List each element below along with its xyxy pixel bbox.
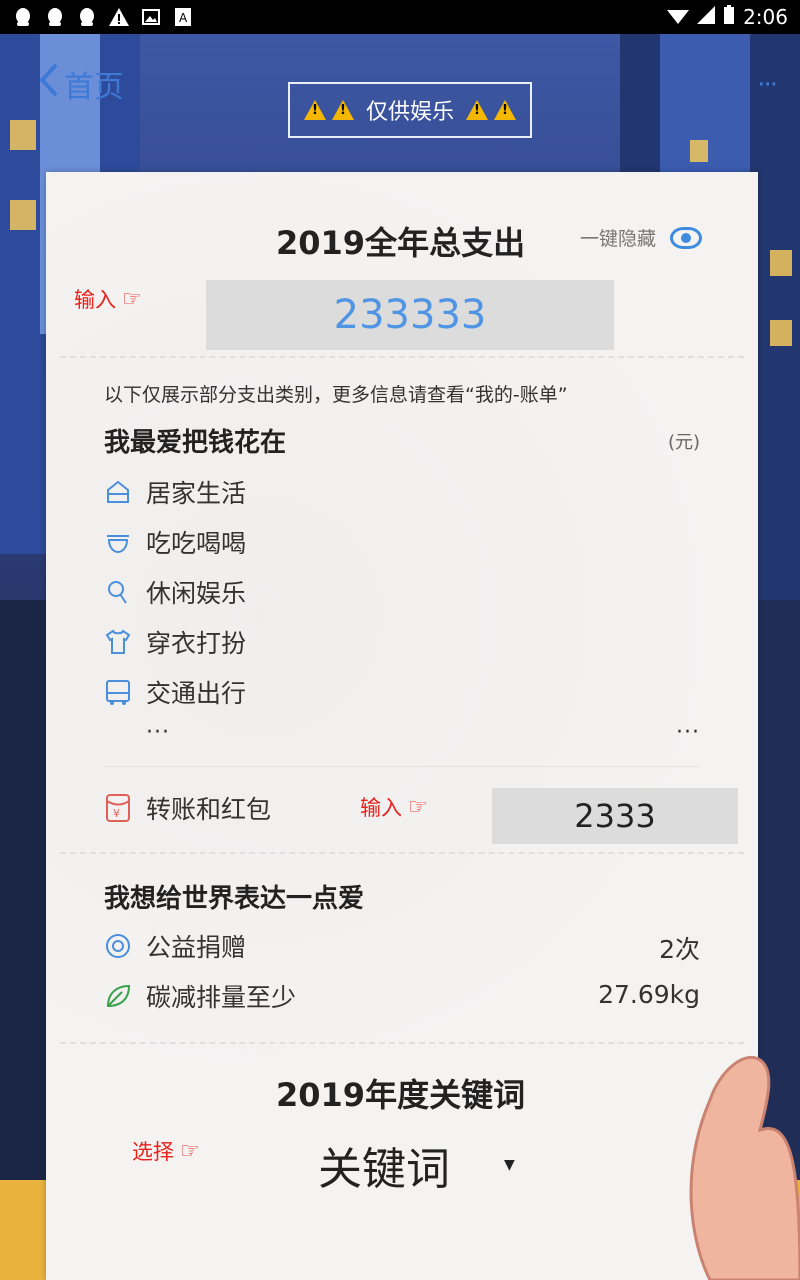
category-label: 休闲娱乐 bbox=[146, 579, 247, 608]
qq-icon bbox=[44, 6, 66, 28]
category-label: 吃吃喝喝 bbox=[146, 529, 247, 558]
image-icon bbox=[140, 6, 162, 28]
hide-button[interactable]: 一键隐藏 bbox=[580, 224, 703, 251]
unit-label: (元) bbox=[667, 432, 700, 453]
warning-icon bbox=[466, 100, 488, 120]
keyword-title: 2019年度关键词 bbox=[276, 1076, 526, 1114]
qq-icon bbox=[76, 6, 98, 28]
list-item: 穿衣打扮 bbox=[104, 624, 246, 660]
list-item: 休闲娱乐 bbox=[104, 574, 246, 610]
back-label: 首页 bbox=[64, 70, 124, 105]
entertainment-only-badge: 仅供娱乐 bbox=[288, 82, 532, 138]
list-item: 居家生活 bbox=[104, 474, 246, 510]
hide-label: 一键隐藏 bbox=[580, 228, 657, 250]
red-envelope-icon: ¥ bbox=[104, 794, 132, 822]
hint-label: 输入 bbox=[360, 796, 402, 820]
warning-icon bbox=[331, 100, 354, 120]
chevron-left-icon bbox=[38, 63, 60, 105]
more-ellipsis: ··· bbox=[676, 720, 700, 745]
transfer-amount-input[interactable] bbox=[492, 788, 738, 844]
pointing-hand-icon: ☞ bbox=[408, 794, 428, 820]
page-title: 2019全年总支出 bbox=[276, 224, 526, 262]
dropdown-caret-icon: ▼ bbox=[504, 1157, 515, 1173]
shirt-icon bbox=[104, 628, 132, 656]
category-note: 以下仅展示部分支出类别，更多信息请查看“我的-账单” bbox=[104, 384, 568, 406]
divider bbox=[60, 356, 744, 358]
category-label: 穿衣打扮 bbox=[146, 629, 247, 658]
list-item: 交通出行 bbox=[104, 674, 246, 710]
list-item: 公益捐赠 bbox=[104, 928, 246, 964]
list-item: 吃吃喝喝 bbox=[104, 524, 246, 560]
leisure-icon bbox=[104, 578, 132, 606]
svg-text:A: A bbox=[179, 11, 188, 25]
eye-icon bbox=[670, 226, 703, 249]
status-bar: A 2:06 bbox=[0, 0, 800, 34]
pointing-hand-icon: ☞ bbox=[180, 1138, 200, 1164]
warning-icon bbox=[108, 6, 130, 28]
pointing-hand-icon: ☞ bbox=[122, 286, 142, 312]
warning-icon bbox=[303, 100, 326, 120]
transfer-label: 转账和红包 bbox=[146, 795, 272, 824]
keyword-select[interactable]: 关键词 ▼ bbox=[318, 1130, 558, 1200]
list-item: 碳减排量至少 bbox=[104, 978, 296, 1014]
warning-icon bbox=[494, 100, 516, 120]
wifi-icon bbox=[667, 5, 690, 29]
clock-time: 2:06 bbox=[743, 5, 788, 29]
hint-label: 选择 bbox=[132, 1140, 174, 1164]
signal-icon bbox=[697, 5, 716, 29]
love-label: 公益捐赠 bbox=[146, 933, 247, 962]
bus-icon bbox=[104, 678, 132, 706]
back-button[interactable]: 首页 bbox=[38, 62, 124, 106]
home-icon bbox=[104, 478, 132, 506]
charity-count: 2次 bbox=[659, 935, 700, 964]
love-heading: 我想给世界表达一点爱 bbox=[104, 884, 365, 914]
hint-label: 输入 bbox=[74, 288, 116, 312]
leaf-icon bbox=[104, 982, 132, 1010]
charity-icon bbox=[104, 932, 132, 960]
divider bbox=[60, 852, 744, 854]
keyword-selected-value: 关键词 bbox=[318, 1144, 450, 1195]
carbon-value: 27.69kg bbox=[598, 980, 700, 1009]
love-label: 碳减排量至少 bbox=[146, 983, 297, 1012]
svg-text:¥: ¥ bbox=[113, 807, 120, 820]
battery-icon bbox=[723, 4, 735, 30]
category-label: 居家生活 bbox=[146, 479, 247, 508]
total-expense-input[interactable] bbox=[206, 280, 614, 350]
category-heading: 我最爱把钱花在 bbox=[104, 428, 287, 458]
text-icon: A bbox=[172, 6, 194, 28]
badge-label: 仅供娱乐 bbox=[365, 100, 454, 125]
more-ellipsis: ··· bbox=[146, 720, 170, 745]
divider bbox=[60, 1042, 744, 1044]
divider bbox=[104, 766, 700, 767]
qq-icon bbox=[12, 6, 34, 28]
transfer-input-hint: 输入 ☞ bbox=[360, 792, 428, 822]
hand-illustration bbox=[689, 1055, 800, 1280]
keyword-select-hint: 选择 ☞ bbox=[132, 1136, 200, 1166]
transfer-row: ¥ 转账和红包 bbox=[104, 790, 271, 826]
category-label: 交通出行 bbox=[146, 679, 247, 708]
total-input-hint: 输入 ☞ bbox=[74, 284, 142, 314]
more-button[interactable]: ··· bbox=[757, 70, 778, 100]
bowl-icon bbox=[104, 528, 132, 556]
